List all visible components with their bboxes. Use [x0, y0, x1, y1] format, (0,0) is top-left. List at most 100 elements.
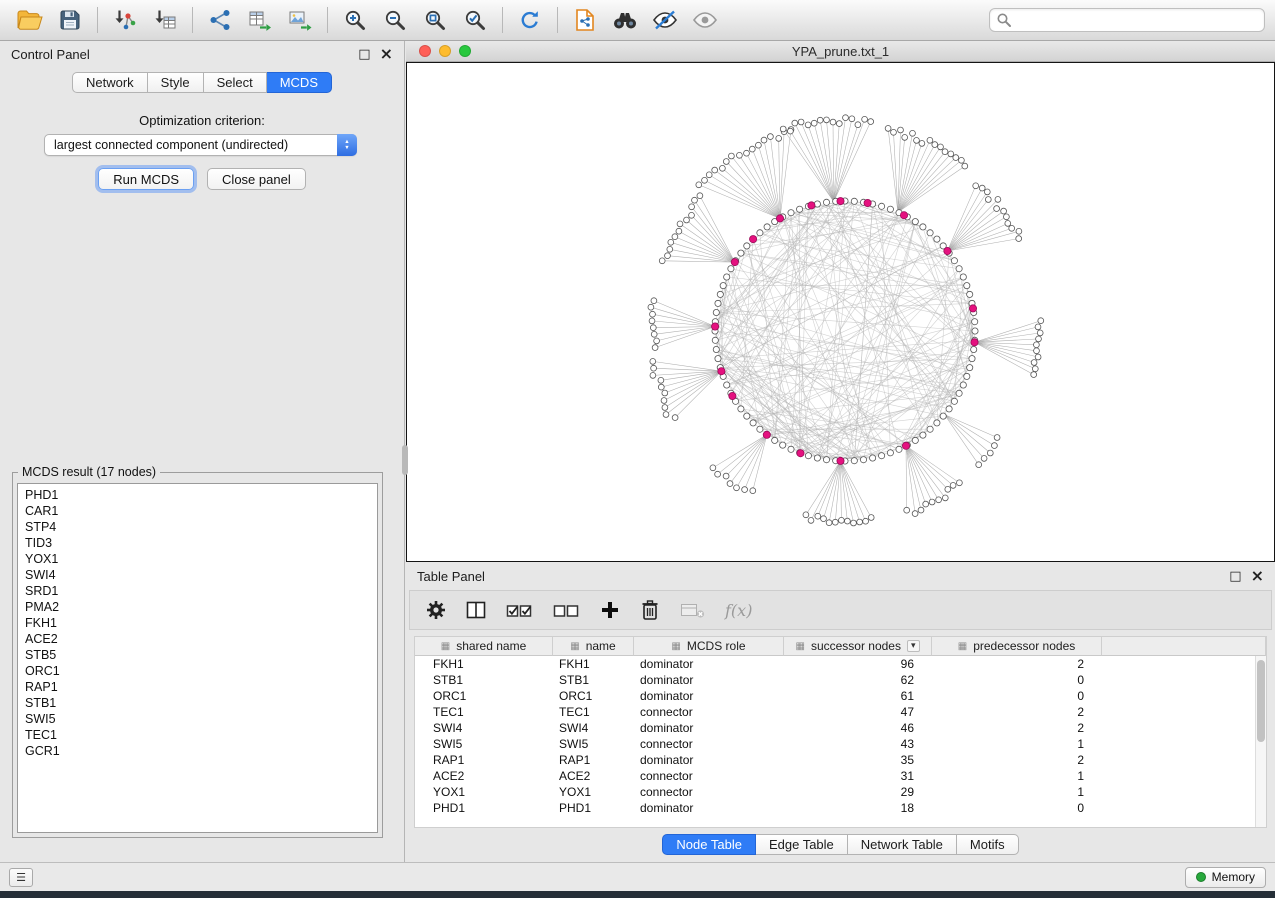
save-session-button[interactable] [50, 3, 90, 37]
network-view-title: YPA_prune.txt_1 [406, 44, 1275, 59]
column-label: predecessor nodes [973, 639, 1075, 653]
mcds-result-item[interactable]: ORC1 [18, 663, 377, 679]
mcds-result-item[interactable]: ACE2 [18, 631, 377, 647]
show-columns-button[interactable] [466, 600, 486, 620]
close-panel-icon[interactable]: × [1251, 568, 1264, 584]
window-maximize-icon[interactable] [459, 45, 471, 57]
zoom-selected-button[interactable] [455, 3, 495, 37]
select-all-button[interactable] [506, 600, 533, 620]
export-table-icon [248, 8, 272, 32]
mcds-result-item[interactable]: CAR1 [18, 503, 377, 519]
mcds-result-item[interactable]: STB5 [18, 647, 377, 663]
network-canvas[interactable] [406, 62, 1275, 562]
table-cell-filler [1102, 656, 1266, 672]
refresh-layout-button[interactable] [510, 3, 550, 37]
close-panel-button[interactable]: Close panel [207, 168, 306, 190]
mcds-result-item[interactable]: RAP1 [18, 679, 377, 695]
table-tab-network-table[interactable]: Network Table [848, 834, 957, 855]
control-tab-mcds[interactable]: MCDS [267, 72, 332, 93]
table-cell: dominator [634, 672, 784, 688]
table-row[interactable]: SWI5SWI5connector431 [415, 736, 1266, 752]
import-network-button[interactable] [105, 3, 145, 37]
mcds-result-item[interactable]: SWI4 [18, 567, 377, 583]
eye-slash-icon [652, 9, 678, 31]
memory-button[interactable]: Memory [1185, 867, 1266, 888]
column-header-predecessor-nodes[interactable]: ▦predecessor nodes [932, 637, 1102, 656]
float-panel-icon[interactable]: □ [358, 48, 370, 61]
rename-column-button[interactable] [680, 600, 705, 620]
mcds-result-item[interactable]: SWI5 [18, 711, 377, 727]
search-input[interactable] [989, 8, 1265, 32]
network-graph[interactable] [407, 63, 1274, 562]
network-view-titlebar[interactable]: YPA_prune.txt_1 [406, 41, 1275, 62]
column-header-shared-name[interactable]: ▦shared name [415, 637, 553, 656]
status-menu-button[interactable]: ☰ [9, 868, 33, 887]
mcds-result-item[interactable]: TID3 [18, 535, 377, 551]
open-session-button[interactable] [10, 3, 50, 37]
table-cell: 1 [932, 736, 1102, 752]
show-details-button[interactable] [685, 3, 725, 37]
toolbar-separator [97, 7, 98, 33]
window-close-icon[interactable] [419, 45, 431, 57]
add-column-button[interactable] [600, 600, 620, 620]
function-builder-button[interactable]: f(x) [725, 601, 752, 620]
table-row[interactable]: YOX1YOX1connector291 [415, 784, 1266, 800]
table-tab-node-table[interactable]: Node Table [662, 834, 756, 855]
table-row[interactable]: PHD1PHD1dominator180 [415, 800, 1266, 816]
control-panel: Control Panel □ × NetworkStyleSelectMCDS… [0, 41, 405, 862]
mcds-result-item[interactable]: PMA2 [18, 599, 377, 615]
table-settings-button[interactable] [426, 600, 446, 620]
import-table-button[interactable] [145, 3, 185, 37]
scrollbar-thumb[interactable] [1257, 660, 1265, 742]
deselect-all-button[interactable] [553, 600, 580, 620]
column-header-MCDS-role[interactable]: ▦MCDS role [634, 637, 784, 656]
delete-column-button[interactable] [640, 599, 660, 621]
table-row[interactable]: SWI4SWI4dominator462 [415, 720, 1266, 736]
mcds-result-item[interactable]: STB1 [18, 695, 377, 711]
sort-dropdown-icon[interactable]: ▾ [907, 640, 920, 652]
mcds-result-item[interactable]: FKH1 [18, 615, 377, 631]
search-network-button[interactable] [605, 3, 645, 37]
control-tab-style[interactable]: Style [148, 72, 204, 93]
close-panel-icon[interactable]: × [380, 46, 393, 62]
table-scrollbar[interactable] [1255, 656, 1266, 827]
table-cell-filler [1102, 784, 1266, 800]
mcds-result-item[interactable]: TEC1 [18, 727, 377, 743]
table-row[interactable]: RAP1RAP1dominator352 [415, 752, 1266, 768]
window-minimize-icon[interactable] [439, 45, 451, 57]
table-cell: STB1 [415, 672, 553, 688]
zoom-fit-button[interactable] [415, 3, 455, 37]
table-toolbar: f(x) [409, 590, 1272, 630]
save-disk-icon [59, 9, 81, 31]
mcds-result-list[interactable]: PHD1CAR1STP4TID3YOX1SWI4SRD1PMA2FKH1ACE2… [17, 483, 378, 833]
table-row[interactable]: ACE2ACE2connector311 [415, 768, 1266, 784]
share-document-button[interactable] [565, 3, 605, 37]
mcds-result-item[interactable]: GCR1 [18, 743, 377, 759]
table-row[interactable]: TEC1TEC1connector472 [415, 704, 1266, 720]
column-header-successor-nodes[interactable]: ▦successor nodes▾ [784, 637, 932, 656]
zoom-in-button[interactable] [335, 3, 375, 37]
new-network-button[interactable] [200, 3, 240, 37]
mcds-result-item[interactable]: SRD1 [18, 583, 377, 599]
control-tab-network[interactable]: Network [72, 72, 148, 93]
export-image-button[interactable] [280, 3, 320, 37]
search-field-wrap [989, 8, 1265, 32]
table-row[interactable]: ORC1ORC1dominator610 [415, 688, 1266, 704]
control-tab-select[interactable]: Select [204, 72, 267, 93]
panel-splitter-handle[interactable] [402, 445, 408, 475]
export-table-button[interactable] [240, 3, 280, 37]
optimization-criterion-select[interactable]: largest connected component (undirected)… [44, 134, 357, 156]
hide-details-button[interactable] [645, 3, 685, 37]
table-cell: 47 [784, 704, 932, 720]
column-header-name[interactable]: ▦name [553, 637, 634, 656]
mcds-result-item[interactable]: PHD1 [18, 487, 377, 503]
mcds-result-item[interactable]: STP4 [18, 519, 377, 535]
zoom-out-button[interactable] [375, 3, 415, 37]
table-tab-edge-table[interactable]: Edge Table [756, 834, 848, 855]
table-row[interactable]: STB1STB1dominator620 [415, 672, 1266, 688]
run-mcds-button[interactable]: Run MCDS [98, 168, 194, 190]
table-row[interactable]: FKH1FKH1dominator962 [415, 656, 1266, 672]
mcds-result-item[interactable]: YOX1 [18, 551, 377, 567]
float-panel-icon[interactable]: □ [1229, 570, 1241, 583]
table-tab-motifs[interactable]: Motifs [957, 834, 1019, 855]
